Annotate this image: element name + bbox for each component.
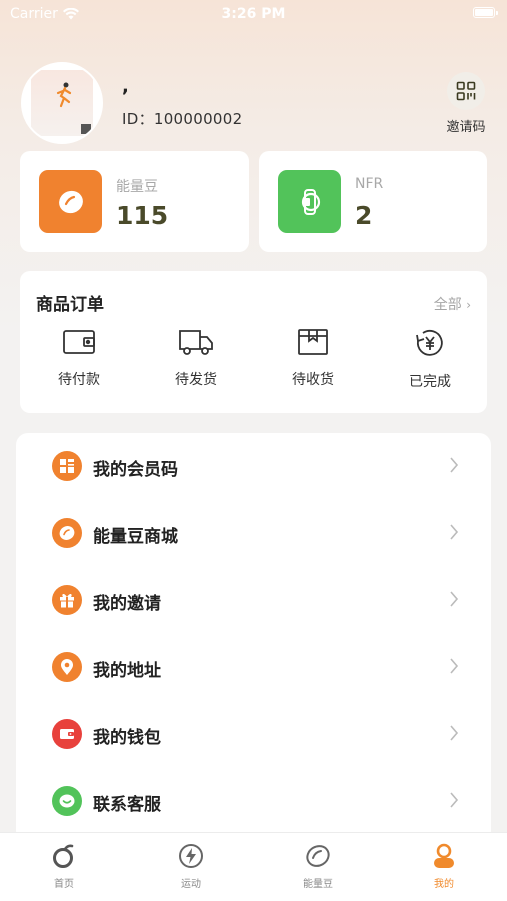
tab-bar: 首页 运动 能量豆 我的 [0, 832, 507, 901]
order-item-label: 待发货 [175, 372, 217, 388]
menu-list: 我的会员码 能量豆商城 我的邀请 我的地址 我的钱包 联系客服 [16, 433, 491, 843]
member-code-icon [52, 451, 82, 481]
status-bar: Carrier 3:26 PM [0, 0, 507, 28]
orders-card: 商品订单 全部 › 待付款 待发货 待收货 已完成 [20, 271, 487, 413]
menu-item-address[interactable]: 我的地址 [16, 634, 491, 701]
chevron-right-icon [450, 725, 459, 741]
avatar[interactable] [21, 62, 103, 144]
truck-icon [179, 330, 213, 355]
energy-bean-tile [39, 170, 102, 233]
bean-icon [58, 190, 83, 213]
stat-name: NFR [355, 176, 384, 192]
stat-value: 115 [116, 201, 169, 230]
stat-value: 2 [355, 201, 373, 230]
menu-item-wallet[interactable]: 我的钱包 [16, 701, 491, 768]
invite-code-badge [447, 72, 485, 110]
tab-mine[interactable]: 我的 [404, 843, 484, 890]
invite-code-label: 邀请码 [446, 120, 486, 135]
menu-item-label: 我的钱包 [93, 728, 161, 748]
menu-item-label: 我的会员码 [93, 460, 178, 480]
status-time: 3:26 PM [221, 6, 286, 22]
wallet-icon [63, 330, 95, 354]
yen-refresh-icon [416, 330, 443, 356]
tab-label: 首页 [54, 879, 74, 890]
runner-icon [56, 82, 72, 108]
battery-icon [473, 7, 498, 18]
home-bean-icon [53, 844, 74, 868]
location-pin-icon [52, 652, 82, 682]
order-pending-shipment[interactable]: 待发货 [156, 327, 236, 389]
watch-icon [301, 188, 320, 215]
wallet-icon [52, 719, 82, 749]
chevron-right-icon [450, 591, 459, 607]
avatar-qr-mark [81, 124, 91, 134]
orders-view-all-label: 全部 [433, 297, 462, 313]
bean-icon [306, 845, 330, 867]
menu-item-label: 能量豆商城 [93, 527, 178, 547]
tab-energy-bean[interactable]: 能量豆 [278, 843, 358, 890]
gift-icon [52, 585, 82, 615]
user-nickname: , [122, 76, 129, 97]
chevron-right-icon [450, 457, 459, 473]
profile-icon [434, 843, 454, 868]
menu-item-label: 我的地址 [93, 661, 161, 681]
user-id: ID：100000002 [122, 110, 243, 128]
tab-sport[interactable]: 运动 [151, 843, 231, 890]
tab-home[interactable]: 首页 [24, 843, 104, 890]
tab-label: 我的 [434, 879, 454, 890]
bean-icon [52, 518, 82, 548]
package-icon [298, 329, 328, 355]
menu-item-invitations[interactable]: 我的邀请 [16, 567, 491, 634]
tab-label: 运动 [181, 879, 201, 890]
order-completed[interactable]: 已完成 [390, 327, 470, 391]
tab-label: 能量豆 [303, 879, 333, 890]
stat-name: 能量豆 [116, 179, 158, 195]
nfr-card[interactable]: NFR 2 [259, 151, 487, 252]
menu-item-customer-service[interactable]: 联系客服 [16, 768, 491, 835]
order-pending-payment[interactable]: 待付款 [39, 327, 119, 389]
menu-item-member-code[interactable]: 我的会员码 [16, 433, 491, 500]
order-pending-receipt[interactable]: 待收货 [273, 327, 353, 389]
chevron-right-icon: › [466, 298, 471, 312]
chevron-right-icon [450, 524, 459, 540]
chevron-right-icon [450, 658, 459, 674]
orders-view-all[interactable]: 全部 › [434, 294, 471, 314]
order-item-label: 待付款 [58, 372, 100, 388]
menu-item-label: 联系客服 [93, 795, 161, 815]
energy-bean-card[interactable]: 能量豆 115 [20, 151, 249, 252]
qr-code-icon [456, 81, 476, 101]
menu-item-bean-mall[interactable]: 能量豆商城 [16, 500, 491, 567]
menu-item-label: 我的邀请 [93, 594, 161, 614]
order-item-label: 待收货 [292, 372, 334, 388]
chevron-right-icon [450, 792, 459, 808]
lightning-icon [179, 844, 203, 868]
chat-icon [52, 786, 82, 816]
invite-code-button[interactable]: 邀请码 [440, 72, 492, 135]
order-item-label: 已完成 [409, 374, 451, 390]
orders-title: 商品订单 [36, 295, 104, 315]
nfr-tile [278, 170, 341, 233]
